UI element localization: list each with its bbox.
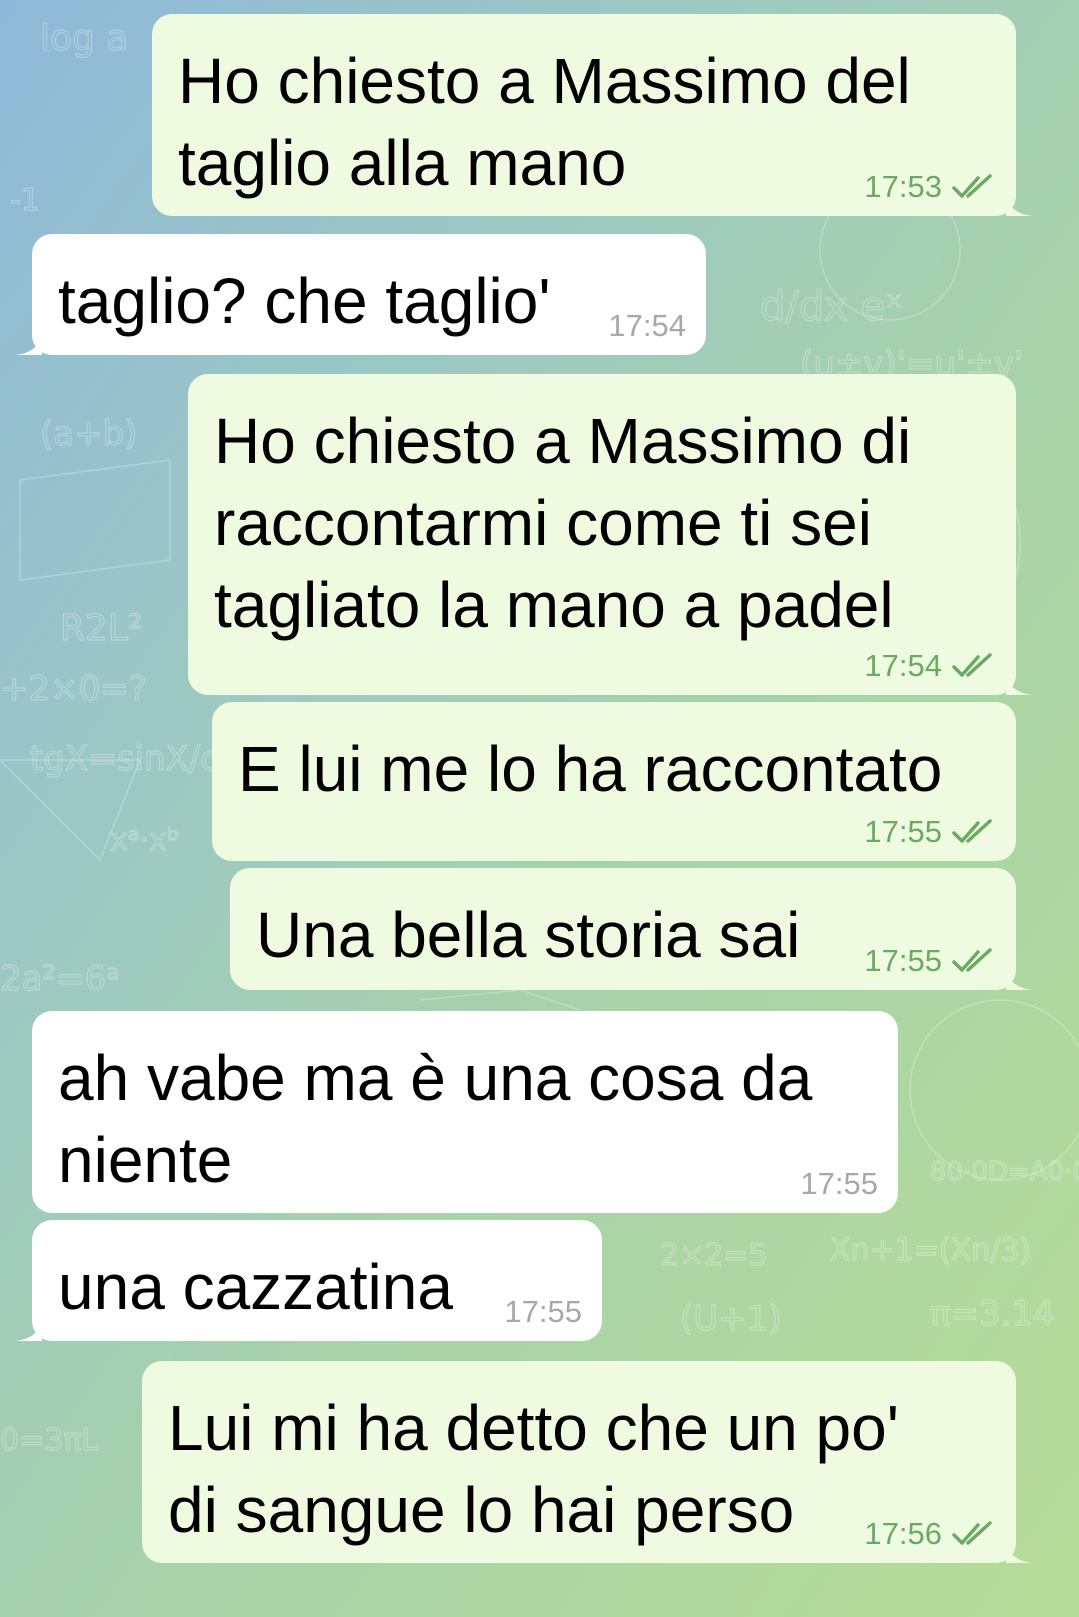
message-text: E lui me lo ha raccontato xyxy=(238,733,943,805)
message-bubble-outgoing[interactable]: Una bella storia sai 17:55 xyxy=(230,868,1032,990)
svg-text:π=3.14: π=3.14 xyxy=(930,1294,1055,1334)
message-bubble-incoming[interactable]: una cazzatina 17:55 xyxy=(16,1220,602,1341)
message-meta: 17:55 xyxy=(864,816,996,847)
message-time: 17:55 xyxy=(864,814,942,849)
svg-text:(U+1): (U+1) xyxy=(680,1299,782,1339)
double-check-icon xyxy=(952,947,992,972)
svg-text:+2×0=?: +2×0=? xyxy=(0,669,147,709)
message-bubble-outgoing[interactable]: Ho chiesto a Massimo di raccontarmi come… xyxy=(188,374,1032,695)
message-meta: 17:56 xyxy=(864,1518,996,1549)
message-text: una cazzatina xyxy=(58,1251,453,1323)
message-bubble-outgoing[interactable]: Lui mi ha detto che un po' di sangue lo … xyxy=(142,1361,1032,1563)
svg-text:xᵃ·xᵇ: xᵃ·xᵇ xyxy=(110,823,180,858)
message-meta: 17:55 xyxy=(504,1296,582,1327)
svg-text:80·0D=A0·0: 80·0D=A0·0 xyxy=(930,1157,1079,1187)
message-bubble-outgoing[interactable]: E lui me lo ha raccontato 17:55 xyxy=(212,702,1016,861)
message-text: ah vabe ma è una cosa da niente xyxy=(58,1042,813,1196)
bubble-tail-incoming xyxy=(16,1315,42,1341)
message-time: 17:53 xyxy=(864,169,942,204)
bubble-tail-outgoing xyxy=(1006,190,1032,216)
message-bubble-outgoing[interactable]: Ho chiesto a Massimo del taglio alla man… xyxy=(152,14,1032,216)
bubble-tail-outgoing xyxy=(1006,669,1032,695)
svg-text:2×2=5: 2×2=5 xyxy=(660,1238,768,1273)
message-bubble-incoming[interactable]: taglio? che taglio' 17:54 xyxy=(16,234,706,355)
message-time: 17:55 xyxy=(864,943,942,978)
svg-text:log a: log a xyxy=(40,18,128,59)
message-bubble-incoming[interactable]: ah vabe ma è una cosa da niente 17:55 xyxy=(32,1011,898,1213)
message-time: 17:55 xyxy=(504,1294,582,1329)
svg-text:0=3πL: 0=3πL xyxy=(0,1423,98,1458)
svg-text:-1: -1 xyxy=(10,183,40,218)
message-time: 17:54 xyxy=(864,648,942,683)
message-meta: 17:53 xyxy=(864,171,996,202)
message-meta: 17:54 xyxy=(608,310,686,341)
message-text: taglio? che taglio' xyxy=(58,265,551,337)
double-check-icon xyxy=(952,818,992,843)
double-check-icon xyxy=(952,1520,992,1545)
svg-text:2a²=6ᵃ: 2a²=6ᵃ xyxy=(0,959,120,999)
message-meta: 17:55 xyxy=(800,1168,878,1199)
bubble-tail-outgoing xyxy=(1006,1537,1032,1563)
bubble-tail-outgoing xyxy=(1006,964,1032,990)
svg-text:R2L²: R2L² xyxy=(60,608,142,649)
message-time: 17:54 xyxy=(608,308,686,343)
message-meta: 17:54 xyxy=(864,650,996,681)
message-meta: 17:55 xyxy=(864,945,996,976)
message-time: 17:56 xyxy=(864,1516,942,1551)
message-time: 17:55 xyxy=(800,1166,878,1201)
double-check-icon xyxy=(952,173,992,198)
bubble-tail-incoming xyxy=(16,329,42,355)
svg-text:d/dx eˣ: d/dx eˣ xyxy=(760,284,903,330)
message-text: Ho chiesto a Massimo di raccontarmi come… xyxy=(214,405,912,641)
svg-text:Xn+1=(Xn/3): Xn+1=(Xn/3) xyxy=(830,1233,1031,1268)
double-check-icon xyxy=(952,652,992,677)
svg-text:(a+b): (a+b) xyxy=(40,414,137,454)
